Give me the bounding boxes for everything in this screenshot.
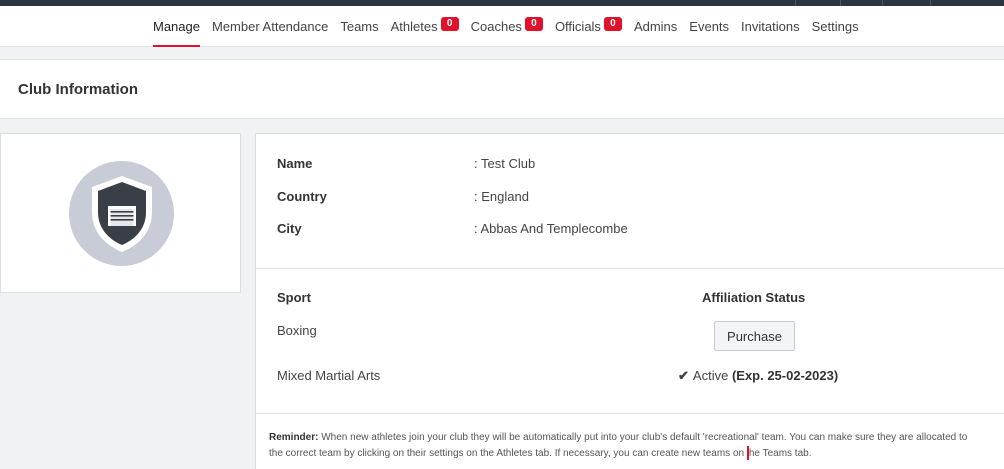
section-divider bbox=[256, 268, 1004, 269]
tab-member-attendance[interactable]: Member Attendance bbox=[212, 6, 328, 47]
tab-settings[interactable]: Settings bbox=[812, 6, 859, 47]
status-text: Active bbox=[692, 368, 729, 383]
sport-boxing: Boxing bbox=[277, 323, 317, 338]
reminder-text-end: he Teams tab. bbox=[748, 448, 812, 459]
tab-label: Member Attendance bbox=[211, 19, 329, 34]
expiry-date: (Exp. 25-02-2023) bbox=[731, 368, 839, 383]
club-details-card: Name : Test Club Country : England City … bbox=[255, 133, 1004, 469]
country-label: Country bbox=[277, 189, 327, 204]
tab-invitations[interactable]: Invitations bbox=[741, 6, 800, 47]
name-label: Name bbox=[277, 156, 313, 171]
reminder-note: Reminder: When new athletes join your cl… bbox=[269, 430, 981, 462]
tab-teams[interactable]: Teams bbox=[340, 6, 378, 47]
tab-admins[interactable]: Admins bbox=[634, 6, 677, 47]
tab-label: Admins bbox=[633, 19, 678, 34]
sport-mixed-martial-arts: Mixed Martial Arts bbox=[277, 368, 381, 383]
tab-label: Officials bbox=[554, 19, 601, 34]
affiliation-status: ✔ Active (Exp. 25-02-2023) bbox=[678, 368, 838, 384]
tab-manage[interactable]: Manage bbox=[153, 6, 200, 47]
page-title: Club Information bbox=[18, 81, 138, 98]
reminder-label: Reminder: bbox=[269, 432, 319, 443]
check-icon: ✔ bbox=[678, 368, 689, 383]
city-value: : Abbas And Templecombe bbox=[474, 221, 628, 236]
tab-label: Events bbox=[689, 19, 730, 34]
tab-label: Teams bbox=[340, 19, 379, 34]
tab-coaches[interactable]: Coaches 0 bbox=[471, 6, 543, 47]
reminder-text: When new athletes join your club they wi… bbox=[269, 432, 968, 459]
tab-athletes[interactable]: Athletes 0 bbox=[391, 6, 459, 47]
tab-label: Manage bbox=[153, 19, 200, 34]
club-information-header: Club Information bbox=[0, 59, 1004, 119]
purchase-button[interactable]: Purchase bbox=[714, 321, 795, 351]
tab-label: Coaches bbox=[470, 19, 522, 34]
affiliation-status-header: Affiliation Status bbox=[702, 290, 806, 305]
tab-label: Athletes bbox=[390, 19, 438, 34]
shield-boxing-ring-icon bbox=[91, 175, 152, 252]
tab-events[interactable]: Events bbox=[689, 6, 729, 47]
section-divider bbox=[256, 413, 1004, 414]
city-label: City bbox=[277, 221, 302, 236]
count-badge: 0 bbox=[603, 16, 622, 31]
tab-label: Invitations bbox=[741, 19, 800, 34]
club-logo bbox=[69, 161, 174, 266]
tab-label: Settings bbox=[811, 19, 859, 34]
name-value: : Test Club bbox=[474, 156, 536, 171]
count-badge: 0 bbox=[440, 16, 459, 31]
nav-tabs: Manage Member Attendance Teams Athletes 0… bbox=[153, 6, 871, 47]
country-value: : England bbox=[474, 189, 529, 204]
sport-column-header: Sport bbox=[277, 290, 311, 305]
count-badge: 0 bbox=[524, 16, 543, 31]
club-logo-card bbox=[0, 133, 241, 293]
tab-officials[interactable]: Officials 0 bbox=[555, 6, 622, 47]
club-nav-bar: Manage Member Attendance Teams Athletes 0… bbox=[0, 6, 1004, 47]
